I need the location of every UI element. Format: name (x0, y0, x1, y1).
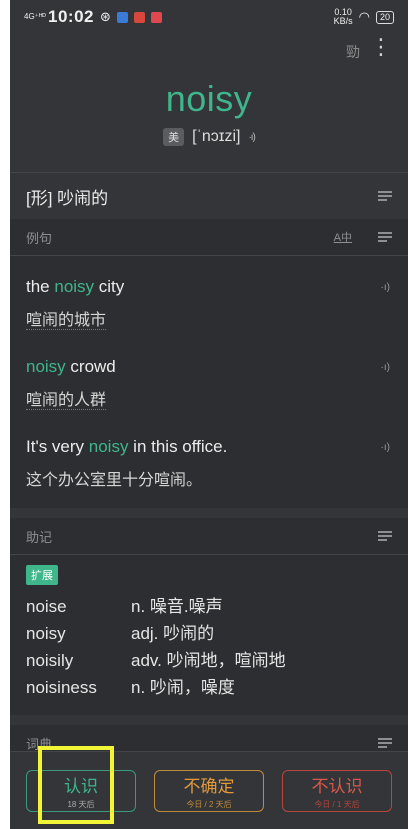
speaker-icon[interactable]: ·ı) (248, 132, 256, 143)
unsure-button[interactable]: 不确定 今日 / 2 天后 (154, 769, 264, 812)
menu-lines-icon[interactable] (378, 738, 392, 748)
example-chinese: 喧闹的人群 (26, 392, 107, 410)
unknown-button[interactable]: 不认识 今日 / 1 天后 (282, 769, 392, 812)
word-form-row: noisiness n. 吵闹，噪度 (26, 678, 235, 697)
examples-title: 例句 (26, 230, 53, 246)
definition-text: [形] 吵闹的 (26, 188, 109, 208)
memo-title: 助记 (26, 529, 53, 545)
headword: noisy (165, 78, 253, 119)
example-english: It's very noisy in this office. (26, 437, 228, 456)
unsure-label: 不确定 (183, 776, 235, 796)
menu-lines-icon[interactable] (378, 232, 392, 242)
word-form-row: noisy adj. 吵闹的 (26, 624, 215, 643)
app-notification-icon (150, 11, 162, 23)
section-gap (10, 508, 408, 518)
app-notification-icon (116, 11, 128, 23)
example-item: the noisy city 喧闹的城市 ·ı) (10, 264, 408, 344)
memo-header: 助记 (10, 518, 408, 554)
battery-icon: 20 (375, 10, 394, 24)
memo-content: 扩展 noise n. 噪音.噪声 noisy adj. 吵闹的 noisily… (10, 555, 408, 715)
unsure-schedule: 今日 / 2 天后 (186, 799, 232, 809)
phonetic-text: [ˈnɔɪzi] (192, 128, 241, 145)
more-options-icon[interactable]: ⋮ (370, 36, 392, 58)
menu-lines-icon[interactable] (378, 531, 392, 541)
top-bar: 勁 ⋮ (10, 34, 408, 70)
status-bar: 4G⁺ᴴᴰ 10:02 ⊛ 0.10 KB/s ◠ 20 (10, 0, 408, 34)
examples-header: 例句 A中 (10, 219, 408, 255)
section-gap (10, 715, 408, 725)
unknown-label: 不认识 (311, 776, 363, 796)
wifi-icon: ◠ (358, 9, 370, 24)
status-time: 10:02 (48, 7, 94, 26)
word-form-row: noise n. 噪音.噪声 (26, 597, 223, 616)
nfc-icon: ⊛ (99, 9, 111, 24)
definition-row: [形] 吵闹的 (10, 173, 408, 219)
phone-screen: 4G⁺ᴴᴰ 10:02 ⊛ 0.10 KB/s ◠ 20 勁 ⋮ noisy 美… (10, 0, 408, 829)
unknown-schedule: 今日 / 1 天后 (314, 799, 360, 809)
speaker-icon[interactable]: ·ı) (381, 442, 390, 453)
extension-tag: 扩展 (26, 565, 58, 585)
example-chinese: 这个办公室里十分喧闹。 (26, 472, 203, 489)
network-indicator: 4G⁺ᴴᴰ (24, 12, 46, 21)
region-badge: 美 (163, 128, 185, 146)
example-item: noisy crowd 喧闹的人群 ·ı) (10, 344, 408, 424)
highlight-box (38, 746, 114, 824)
word-form-row: noisily adv. 吵闹地，喧闹地 (26, 651, 286, 670)
examples-list: the noisy city 喧闹的城市 ·ı) noisy crowd 喧闹的… (10, 256, 408, 508)
example-english: the noisy city (26, 277, 125, 296)
pronunciation-row[interactable]: 美 [ˈnɔɪzi] ·ı) (10, 128, 408, 146)
example-item: It's very noisy in this office. 这个办公室里十分… (10, 424, 408, 504)
example-english: noisy crowd (26, 357, 116, 376)
translate-toggle[interactable]: A中 (334, 229, 352, 245)
speaker-icon[interactable]: ·ı) (381, 362, 390, 373)
example-chinese: 喧闹的城市 (26, 312, 107, 330)
speaker-icon[interactable]: ·ı) (381, 282, 390, 293)
menu-lines-icon[interactable] (378, 191, 392, 201)
brush-icon[interactable]: 勁 (346, 42, 360, 62)
app-notification-icon (133, 11, 145, 23)
network-speed: 0.10 KB/s (333, 7, 353, 26)
